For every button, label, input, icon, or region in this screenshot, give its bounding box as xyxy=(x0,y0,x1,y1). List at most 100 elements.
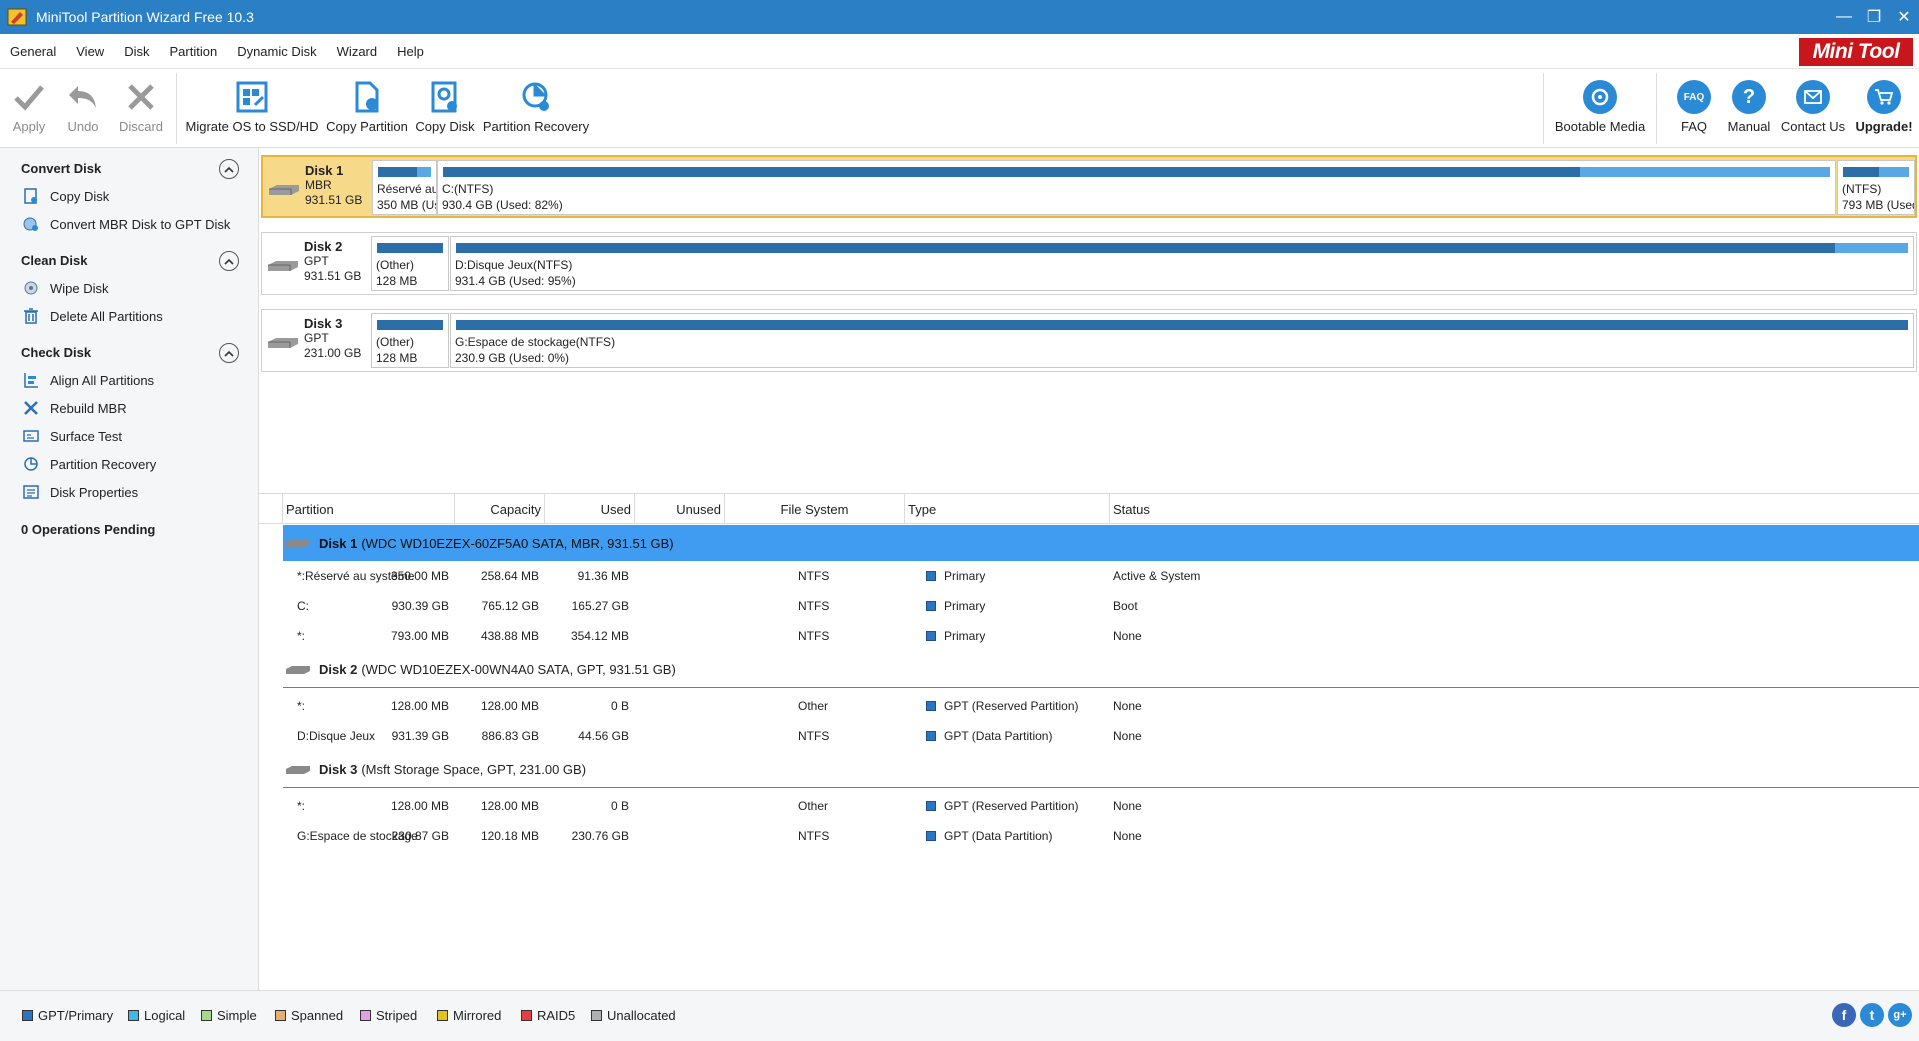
apply-button[interactable]: Apply xyxy=(8,69,50,148)
sidebar-item-wipe-disk[interactable]: Wipe Disk xyxy=(22,277,109,299)
partition-block[interactable]: D:Disque Jeux(NTFS) 931.4 GB (Used: 95%) xyxy=(450,236,1914,291)
partition-label: D:Disque Jeux(NTFS) xyxy=(455,258,573,272)
copy-disk-icon xyxy=(431,81,457,113)
table-row[interactable]: *:Réservé au système 350.00 MB 258.64 MB… xyxy=(283,561,1919,591)
legend-swatch-icon xyxy=(22,1010,33,1021)
sidebar-item-delete-all-partitions[interactable]: Delete All Partitions xyxy=(22,305,163,327)
legend-swatch-icon xyxy=(521,1010,532,1021)
bootable-media-label: Bootable Media xyxy=(1554,119,1646,134)
checkmark-icon xyxy=(14,85,44,111)
partition-recovery-label: Partition Recovery xyxy=(482,119,590,134)
legend-swatch-icon xyxy=(437,1010,448,1021)
cell-used: 765.12 GB xyxy=(481,599,539,613)
partition-block[interactable]: (Other) 128 MB xyxy=(371,236,449,291)
hard-disk-icon xyxy=(268,261,298,271)
faq-button[interactable]: FAQ FAQ xyxy=(1668,69,1720,148)
cell-file-system: NTFS xyxy=(798,569,830,583)
legend-unallocated: Unallocated xyxy=(591,1008,676,1023)
column-header-type[interactable]: Type xyxy=(905,494,1110,524)
disk-info: Disk 3 GPT 231.00 GB xyxy=(262,310,371,371)
partition-detail: 128 MB xyxy=(376,274,418,288)
title-bar: MiniTool Partition Wizard Free 10.3 — ❐ … xyxy=(0,0,1919,34)
table-row[interactable]: *: 128.00 MB 128.00 MB 0 B Other GPT (Re… xyxy=(283,691,1919,721)
restore-button[interactable]: ❐ xyxy=(1859,0,1889,34)
table-header: Partition Capacity Used Unused File Syst… xyxy=(259,494,1919,524)
sidebar-item-copy-disk[interactable]: Copy Disk xyxy=(22,185,109,207)
collapse-check-disk-button[interactable] xyxy=(219,343,239,363)
disk-map-row-disk-1[interactable]: Disk 1 MBR 931.51 GB Réservé au 350 MB (… xyxy=(261,155,1917,218)
close-button[interactable]: ✕ xyxy=(1889,0,1919,34)
column-header-used[interactable]: Used xyxy=(545,494,635,524)
cell-partition: *: xyxy=(297,629,306,643)
column-header-partition[interactable]: Partition xyxy=(283,494,455,524)
copy-disk-icon xyxy=(22,187,40,205)
sidebar-item-convert-mbr-to-gpt[interactable]: Convert MBR Disk to GPT Disk xyxy=(22,213,230,235)
menu-help[interactable]: Help xyxy=(387,44,434,59)
undo-icon xyxy=(69,86,96,108)
brand-logo[interactable]: Mini Tool xyxy=(1799,38,1913,66)
menu-view[interactable]: View xyxy=(66,44,114,59)
sidebar-item-surface-test[interactable]: Surface Test xyxy=(22,425,122,447)
partition-recovery-button[interactable]: Partition Recovery xyxy=(482,69,590,148)
cell-type: GPT (Data Partition) xyxy=(926,729,1052,743)
usage-fill xyxy=(456,243,1836,253)
disk-map-row-disk-3[interactable]: Disk 3 GPT 231.00 GB (Other) 128 MB G:Es… xyxy=(261,309,1917,372)
discard-button[interactable]: Discard xyxy=(116,69,166,148)
menu-disk[interactable]: Disk xyxy=(114,44,159,59)
legend-raid5: RAID5 xyxy=(521,1008,575,1023)
column-header-unused[interactable]: Unused xyxy=(635,494,725,524)
cell-type: Primary xyxy=(926,599,985,613)
table-row[interactable]: D:Disque Jeux 931.39 GB 886.83 GB 44.56 … xyxy=(283,721,1919,751)
copy-partition-label: Copy Partition xyxy=(326,119,408,134)
table-row[interactable]: *: 128.00 MB 128.00 MB 0 B Other GPT (Re… xyxy=(283,791,1919,821)
column-header-capacity[interactable]: Capacity xyxy=(455,494,545,524)
disk-map-row-disk-2[interactable]: Disk 2 GPT 931.51 GB (Other) 128 MB D:Di… xyxy=(261,232,1917,295)
minimize-button[interactable]: — xyxy=(1829,0,1859,34)
mail-icon xyxy=(1796,80,1830,114)
manual-button[interactable]: ? Manual xyxy=(1724,69,1774,148)
usage-fill xyxy=(377,320,443,330)
partition-block[interactable]: G:Espace de stockage(NTFS) 230.9 GB (Use… xyxy=(450,313,1914,368)
sidebar-item-partition-recovery[interactable]: Partition Recovery xyxy=(22,453,156,475)
table-row[interactable]: *: 793.00 MB 438.88 MB 354.12 MB NTFS Pr… xyxy=(283,621,1919,651)
menu-dynamic-disk[interactable]: Dynamic Disk xyxy=(227,44,326,59)
collapse-clean-disk-button[interactable] xyxy=(219,251,239,271)
menu-general[interactable]: General xyxy=(0,44,66,59)
partition-block[interactable]: (Other) 128 MB xyxy=(371,313,449,368)
bootable-media-button[interactable]: Bootable Media xyxy=(1552,69,1648,148)
collapse-convert-disk-button[interactable] xyxy=(219,159,239,179)
toolbar-separator xyxy=(1543,73,1544,144)
partition-label: Réservé au xyxy=(377,182,437,196)
cell-partition: *: xyxy=(297,699,306,713)
partition-recovery-icon xyxy=(22,455,40,473)
disk-group-row-disk-1[interactable]: Disk 1 (WDC WD10EZEX-60ZF5A0 SATA, MBR, … xyxy=(283,525,1919,561)
column-header-file-system[interactable]: File System xyxy=(725,494,905,524)
twitter-icon[interactable]: t xyxy=(1860,1003,1884,1027)
undo-button[interactable]: Undo xyxy=(62,69,104,148)
menu-partition[interactable]: Partition xyxy=(159,44,227,59)
migrate-os-button[interactable]: Migrate OS to SSD/HD xyxy=(186,69,318,148)
facebook-icon[interactable]: f xyxy=(1832,1003,1856,1027)
column-header-status[interactable]: Status xyxy=(1110,494,1919,524)
copy-disk-button[interactable]: Copy Disk xyxy=(414,69,476,148)
disk-group-row-disk-2[interactable]: Disk 2 (WDC WD10EZEX-00WN4A0 SATA, GPT, … xyxy=(283,652,1919,688)
copy-partition-button[interactable]: Copy Partition xyxy=(324,69,410,148)
table-row[interactable]: C: 930.39 GB 765.12 GB 165.27 GB NTFS Pr… xyxy=(283,591,1919,621)
table-row[interactable]: G:Espace de stockage 230.87 GB 120.18 MB… xyxy=(283,821,1919,851)
partition-block[interactable]: (NTFS) 793 MB (Used xyxy=(1837,160,1915,215)
chevron-up-icon xyxy=(224,350,234,357)
sidebar-item-disk-properties[interactable]: Disk Properties xyxy=(22,481,138,503)
partition-block[interactable]: Réservé au 350 MB (Used xyxy=(372,160,437,215)
menu-wizard[interactable]: Wizard xyxy=(327,44,387,59)
partition-block[interactable]: C:(NTFS) 930.4 GB (Used: 82%) xyxy=(437,160,1836,215)
sidebar-item-rebuild-mbr[interactable]: Rebuild MBR xyxy=(22,397,127,419)
upgrade-button[interactable]: Upgrade! xyxy=(1852,69,1916,148)
disk-group-row-disk-3[interactable]: Disk 3 (Msft Storage Space, GPT, 231.00 … xyxy=(283,752,1919,788)
sidebar-item-align-all-partitions[interactable]: Align All Partitions xyxy=(22,369,154,391)
disk-name: Disk 2 xyxy=(304,239,343,254)
cell-unused: 230.76 GB xyxy=(571,829,629,843)
cell-file-system: Other xyxy=(798,699,829,713)
partition-type-swatch-icon xyxy=(926,831,936,841)
contact-us-button[interactable]: Contact Us xyxy=(1778,69,1848,148)
google-plus-icon[interactable]: g+ xyxy=(1888,1003,1912,1027)
